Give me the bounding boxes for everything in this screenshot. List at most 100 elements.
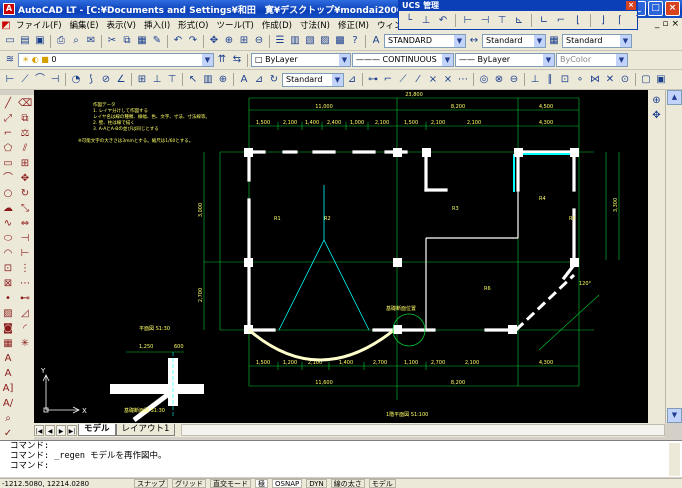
menu-file[interactable]: ファイル(F) <box>12 19 66 31</box>
dim-baseline-icon[interactable]: ⊥ <box>150 73 164 87</box>
osnap-settings-icon[interactable]: ⊙ <box>618 73 632 87</box>
sheet-set-icon[interactable]: ▨ <box>318 34 332 48</box>
ellipse-icon[interactable]: ⬭ <box>1 232 15 246</box>
ucs-view-icon[interactable]: ⊤ <box>495 14 509 28</box>
text-icon[interactable]: A <box>1 367 15 381</box>
rectangle-icon[interactable]: ▭ <box>1 157 15 171</box>
dim-radius-icon[interactable]: ◔ <box>69 73 83 87</box>
extend-icon[interactable]: ⊢ <box>18 247 32 261</box>
ortho-toggle[interactable]: 直交モード <box>210 479 251 488</box>
point-icon[interactable]: • <box>1 292 15 306</box>
layer-previous-icon[interactable]: ⇆ <box>230 53 244 67</box>
menu-view[interactable]: 表示(V) <box>103 19 140 31</box>
scroll-down-button[interactable]: ▼ <box>667 408 682 423</box>
command-window[interactable]: コマンド: コマンド: _regen モデルを再作図中。 コマンド: <box>0 440 682 477</box>
region-icon[interactable]: ◙ <box>1 322 15 336</box>
command-prompt[interactable]: コマンド: <box>10 461 682 471</box>
ucs-origin-icon[interactable]: ⊾ <box>512 14 526 28</box>
dyn-toggle[interactable]: DYN <box>306 479 327 488</box>
mirror-icon[interactable]: ⚖ <box>18 127 32 141</box>
polyline-icon[interactable]: ⌐ <box>1 127 15 141</box>
quick-dim-icon[interactable]: ⊞ <box>135 73 149 87</box>
menu-modify[interactable]: 修正(M) <box>334 19 373 31</box>
snap-toggle[interactable]: スナップ <box>134 479 168 488</box>
insert-block-icon[interactable]: ⊡ <box>1 262 15 276</box>
dim-ordinate-icon[interactable]: ⊣ <box>48 73 62 87</box>
help-icon[interactable]: ? <box>348 34 362 48</box>
grid-toggle[interactable]: グリッド <box>172 479 206 488</box>
fillet-icon[interactable]: ◜ <box>18 322 32 336</box>
snap-extension-icon[interactable]: ⋯ <box>456 73 470 87</box>
single-viewport-icon[interactable]: ▢ <box>639 73 653 87</box>
plotstyle-select[interactable]: ByColor ▼ <box>556 53 628 67</box>
break-icon[interactable]: ⋯ <box>18 277 32 291</box>
dim-update-icon[interactable]: ↻ <box>267 73 281 87</box>
copy-icon[interactable]: ⧉ <box>120 34 134 48</box>
snap-intersection-icon[interactable]: × <box>426 73 440 87</box>
mdi-close-button[interactable]: × <box>671 19 679 29</box>
model-space-canvas[interactable]: 作図データ 1. レイヤ分けして作図する レイヤ名は線の種類、線幅、色、文字、寸… <box>34 90 648 423</box>
copy-object-icon[interactable]: ⧉ <box>18 112 32 126</box>
lineweight-toggle[interactable]: 線の太さ <box>330 479 365 488</box>
polygon-icon[interactable]: ⬠ <box>1 142 15 156</box>
ucs-x-icon[interactable]: ⌊ <box>571 14 585 28</box>
scale-icon[interactable]: ⤡ <box>18 202 32 216</box>
revision-cloud-icon[interactable]: ☁ <box>1 202 15 216</box>
snap-center-icon[interactable]: ◎ <box>477 73 491 87</box>
document-icon[interactable]: ◩ <box>0 19 12 31</box>
zoom-window-icon[interactable]: ⊞ <box>237 34 251 48</box>
array-icon[interactable]: ⊞ <box>18 157 32 171</box>
dim-linear-icon[interactable]: ⊢ <box>3 73 17 87</box>
rotate-icon[interactable]: ↻ <box>18 187 32 201</box>
spell-check-icon[interactable]: ✓ <box>1 427 15 441</box>
undo-icon[interactable]: ↶ <box>171 34 185 48</box>
plot-icon[interactable]: ⎙ <box>54 34 68 48</box>
design-center-icon[interactable]: ▥ <box>288 34 302 48</box>
lineweight-select[interactable]: —— ByLayer ▼ <box>455 53 555 67</box>
mdi-minimize-button[interactable]: _ <box>655 19 660 29</box>
center-mark-icon[interactable]: ⊕ <box>216 73 230 87</box>
circle-icon[interactable]: ○ <box>1 187 15 201</box>
layer-manager-icon[interactable]: ≋ <box>3 53 17 67</box>
construction-line-icon[interactable]: ⤢ <box>1 112 15 126</box>
mtext-icon[interactable]: A <box>1 352 15 366</box>
maximize-button[interactable]: □ <box>648 1 663 16</box>
make-object-layer-current-icon[interactable]: ⇈ <box>215 53 229 67</box>
publish-icon[interactable]: ✉ <box>84 34 98 48</box>
spline-icon[interactable]: ∿ <box>1 217 15 231</box>
menu-insert[interactable]: 挿入(I) <box>140 19 174 31</box>
tab-next-button[interactable]: ▶ <box>56 424 66 436</box>
close-button[interactable]: × <box>665 1 680 16</box>
tab-first-button[interactable]: |◀ <box>34 424 44 436</box>
dim-style-manager-icon[interactable]: ⊿ <box>345 73 359 87</box>
new-icon[interactable]: ▭ <box>3 34 17 48</box>
mdi-restore-button[interactable]: ▫ <box>662 19 668 29</box>
ucs-world-icon[interactable]: ⊥ <box>419 14 433 28</box>
save-icon[interactable]: ▣ <box>33 34 47 48</box>
zoom-realtime-icon[interactable]: ⊕ <box>222 34 236 48</box>
text-style-select[interactable]: STANDARD ▼ <box>384 34 466 48</box>
ucs-previous-icon[interactable]: ↶ <box>436 14 450 28</box>
snap-tangent-icon[interactable]: ⊖ <box>507 73 521 87</box>
snap-nearest-icon[interactable]: ⋈ <box>588 73 602 87</box>
snap-temp-track-icon[interactable]: ⊶ <box>366 73 380 87</box>
dim-arc-length-icon[interactable]: ⌒ <box>33 73 47 87</box>
explode-icon[interactable]: ✳ <box>18 337 32 351</box>
pan-icon[interactable]: ✥ <box>207 34 221 48</box>
osnap-toggle[interactable]: OSNAP <box>272 479 303 488</box>
pan-realtime-icon[interactable]: ✥ <box>650 109 664 123</box>
dim-jogged-icon[interactable]: ⟆ <box>84 73 98 87</box>
snap-endpoint-icon[interactable]: ⟋ <box>396 73 410 87</box>
make-block-icon[interactable]: ⊠ <box>1 277 15 291</box>
tool-palette-icon[interactable]: ▧ <box>303 34 317 48</box>
open-icon[interactable]: ▤ <box>18 34 32 48</box>
ucs-apply-icon[interactable]: ⌉ <box>630 14 644 28</box>
scroll-up-button[interactable]: ▲ <box>667 90 682 105</box>
properties-icon[interactable]: ☰ <box>273 34 287 48</box>
join-icon[interactable]: ⊷ <box>18 292 32 306</box>
dim-edit-icon[interactable]: A <box>237 73 251 87</box>
break-at-point-icon[interactable]: ⋮ <box>18 262 32 276</box>
tab-layout1[interactable]: レイアウト1 <box>115 424 176 436</box>
offset-icon[interactable]: ⫽ <box>18 142 32 156</box>
move-icon[interactable]: ✥ <box>18 172 32 186</box>
